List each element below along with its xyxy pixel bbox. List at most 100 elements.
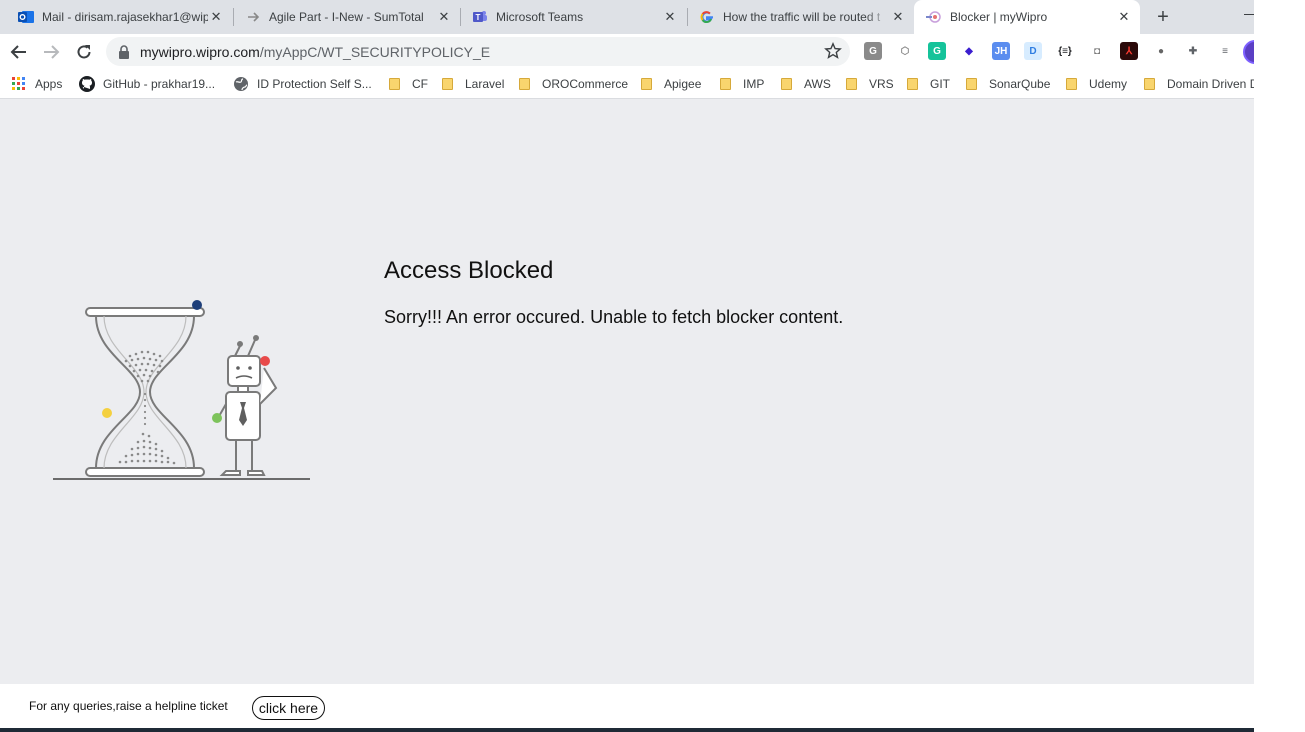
tab-title: Mail - dirisam.rajasekhar1@wip [42, 10, 209, 24]
tab-sumtotal[interactable]: Agile Part - I-New - SumTotal ✕ [227, 0, 460, 34]
folder-icon [846, 78, 857, 90]
bookmark-label: AWS [804, 77, 831, 91]
bookmark-label: GitHub - prakhar19... [103, 77, 216, 91]
minimize-window-button[interactable] [1244, 14, 1254, 15]
forward-button[interactable] [39, 40, 63, 64]
url-host: mywipro.wipro.com [140, 43, 260, 60]
folder-icon [720, 78, 731, 90]
teams-icon: T [472, 9, 488, 25]
page-title: Access Blocked [384, 257, 554, 284]
new-tab-button[interactable]: + [1152, 6, 1174, 28]
page-content: Access Blocked Sorry!!! An error occured… [0, 99, 1254, 684]
bookmark-folder-git[interactable]: GIT [907, 75, 950, 93]
browser-window: Mail - dirisam.rajasekhar1@wip ✕ Agile P… [0, 0, 1254, 732]
url-path: /myAppC/WT_SECURITYPOLICY_E [259, 43, 491, 60]
tab-title: Microsoft Teams [496, 10, 584, 24]
apps-grid-icon [12, 77, 25, 90]
jh-extension-icon[interactable]: JH [992, 42, 1010, 60]
media-queue-icon[interactable]: ≡ [1216, 42, 1234, 60]
layers-extension-icon[interactable]: ◆ [960, 42, 978, 60]
bookmark-github[interactable]: GitHub - prakhar19... [79, 75, 215, 93]
tab-teams[interactable]: T Microsoft Teams ✕ [454, 0, 686, 34]
helpline-footer: For any queries,raise a helpline ticket … [0, 684, 1254, 728]
folder-icon [442, 78, 453, 90]
bookmark-folder-laravel[interactable]: Laravel [442, 75, 504, 93]
folder-icon [641, 78, 652, 90]
grammarly-icon[interactable]: G [928, 42, 946, 60]
tab-title: Blocker | myWipro [950, 10, 1048, 24]
tab-title: Agile Part - I-New - SumTotal [269, 10, 424, 24]
bookmark-label: Udemy [1089, 77, 1128, 91]
bookmark-star-icon[interactable] [824, 42, 842, 60]
close-tab-icon[interactable]: ✕ [208, 9, 224, 25]
tab-blocker-mywipro[interactable]: Blocker | myWipro ✕ [914, 0, 1140, 34]
folder-icon [907, 78, 918, 90]
bookmark-label: SonarQube [989, 77, 1051, 91]
camera-icon[interactable]: ◘ [1088, 42, 1106, 60]
address-bar[interactable]: mywipro.wipro.com/myAppC/WT_SECURITYPOLI… [106, 37, 850, 66]
bookmark-folder-imp[interactable]: IMP [720, 75, 764, 93]
browser-toolbar: mywipro.wipro.com/myAppC/WT_SECURITYPOLI… [0, 34, 1254, 70]
url-text: mywipro.wipro.com/myAppC/WT_SECURITYPOLI… [140, 44, 490, 60]
close-tab-icon[interactable]: ✕ [890, 9, 906, 25]
tab-title: How the traffic will be routed t [723, 10, 881, 24]
d-extension-icon[interactable]: D [1024, 42, 1042, 60]
outlook-icon [18, 9, 34, 25]
close-tab-icon[interactable]: ✕ [436, 9, 452, 25]
circle-extension-icon[interactable]: ● [1152, 42, 1170, 60]
bookmark-folder-aws[interactable]: AWS [781, 75, 831, 93]
bookmark-label: Laravel [465, 77, 505, 91]
github-icon [79, 76, 95, 92]
bookmarks-bar: Apps GitHub - prakhar19... ID Protection… [0, 70, 1254, 99]
puzzle-icon[interactable]: ✚ [1184, 42, 1202, 60]
bookmark-label: OROCommerce [542, 77, 629, 91]
folder-icon [966, 78, 977, 90]
bookmark-folder-cf[interactable]: CF [389, 75, 428, 93]
bookmark-folder-apigee[interactable]: Apigee [641, 75, 701, 93]
folder-icon [389, 78, 400, 90]
back-arrow-icon [10, 45, 26, 59]
tab-mail[interactable]: Mail - dirisam.rajasekhar1@wip ✕ [0, 0, 232, 34]
bookmark-label: CF [412, 77, 428, 91]
error-message: Sorry!!! An error occured. Unable to fet… [384, 307, 844, 327]
bookmark-folder-sonarqube[interactable]: SonarQube [966, 75, 1050, 93]
screen-margin [1254, 0, 1305, 732]
bookmark-folder-domain-driven[interactable]: Domain Driven D [1144, 75, 1254, 93]
json-formatter-icon[interactable]: {≡} [1056, 42, 1074, 60]
g-extension-icon[interactable]: G [864, 42, 882, 60]
google-icon [699, 9, 715, 25]
tab-strip: Mail - dirisam.rajasekhar1@wip ✕ Agile P… [0, 0, 1254, 34]
bookmark-id-protection[interactable]: ID Protection Self S... [233, 75, 372, 93]
close-tab-icon[interactable]: ✕ [662, 9, 678, 25]
bookmark-label: Apigee [664, 77, 702, 91]
hexagon-extension-icon[interactable]: ⬡ [896, 42, 914, 60]
os-taskbar-edge [0, 728, 1254, 732]
forward-arrow-icon [44, 45, 60, 59]
back-button[interactable] [7, 40, 31, 64]
bookmark-folder-udemy[interactable]: Udemy [1066, 75, 1127, 93]
bookmark-label: IMP [743, 77, 765, 91]
reload-button[interactable] [72, 40, 96, 64]
bookmark-folder-orocommerce[interactable]: OROCommerce [519, 75, 628, 93]
helpline-text: For any queries,raise a helpline ticket [29, 699, 228, 713]
acrobat-icon[interactable]: ⅄ [1120, 42, 1138, 60]
folder-icon [1144, 78, 1155, 90]
close-tab-icon[interactable]: ✕ [1116, 9, 1132, 25]
bookmark-label: VRS [869, 77, 894, 91]
tab-google-search[interactable]: How the traffic will be routed t ✕ [681, 0, 914, 34]
reload-icon [77, 45, 91, 59]
bookmark-label: Domain Driven D [1167, 77, 1254, 91]
lock-icon[interactable] [118, 44, 130, 59]
bookmark-label: GIT [930, 77, 950, 91]
folder-icon [781, 78, 792, 90]
bookmark-apps[interactable]: Apps [12, 75, 62, 93]
wipro-icon [926, 9, 942, 25]
profile-avatar[interactable] [1243, 40, 1254, 64]
folder-icon [1066, 78, 1077, 90]
helpline-click-here-button[interactable]: click here [252, 696, 325, 720]
bookmark-label: Apps [35, 77, 63, 91]
sumtotal-icon [245, 9, 261, 25]
hourglass-robot-illustration [53, 300, 310, 480]
bookmark-folder-vrs[interactable]: VRS [846, 75, 894, 93]
svg-text:T: T [476, 13, 481, 22]
